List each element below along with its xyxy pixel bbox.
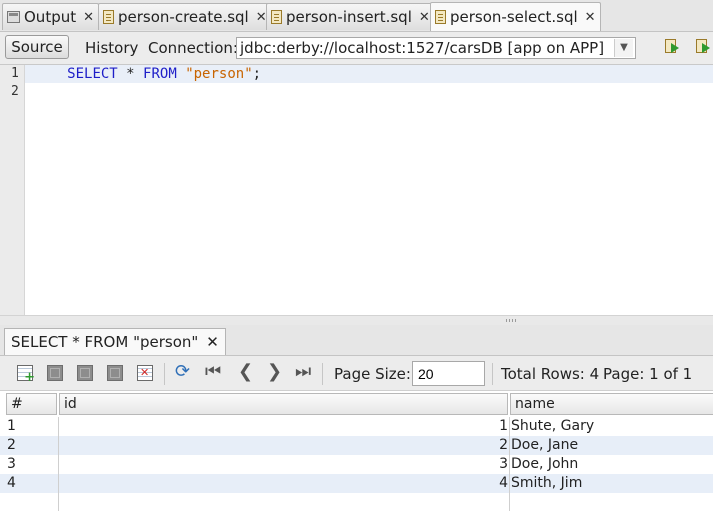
line-number: 1 (11, 66, 19, 81)
connection-label: Connection: (148, 39, 238, 57)
last-page-icon[interactable]: ⏭ (295, 362, 311, 382)
tab-label: person-insert.sql (286, 8, 412, 26)
sql-file-icon (271, 10, 282, 24)
toolbar-separator (322, 363, 323, 385)
result-tab-label: SELECT * FROM "person" (11, 333, 199, 351)
name-cell[interactable]: Smith, Jim (511, 474, 582, 493)
sql-file-icon (103, 10, 114, 24)
insert-record-icon[interactable] (17, 365, 35, 385)
id-cell[interactable]: 1 (58, 417, 508, 436)
column-divider (509, 417, 510, 511)
column-header-id[interactable]: id (59, 393, 508, 415)
previous-page-icon[interactable]: ❮ (238, 362, 253, 382)
tab-result[interactable]: SELECT * FROM "person" ✕ (4, 328, 226, 355)
table-row[interactable]: 2 2 Doe, Jane (0, 436, 713, 455)
output-window-icon (7, 11, 20, 23)
connection-value: jdbc:derby://localhost:1527/carsDB [app … (240, 39, 605, 57)
run-sql-button[interactable] (663, 38, 681, 56)
code-line-1[interactable]: SELECT * FROM "person"; (25, 65, 713, 83)
tab-output[interactable]: Output ✕ (2, 3, 100, 30)
tab-person-insert-sql[interactable]: person-insert.sql ✕ (266, 3, 435, 30)
string-literal: "person" (185, 66, 253, 82)
keyword-select: SELECT (67, 66, 118, 82)
row-number-cell: 3 (7, 456, 16, 472)
close-icon[interactable]: ✕ (256, 10, 267, 25)
table-row[interactable]: 4 4 Smith, Jim (0, 474, 713, 493)
toolbar-separator (492, 363, 493, 385)
close-icon[interactable]: ✕ (206, 333, 219, 351)
id-cell[interactable]: 2 (58, 436, 508, 455)
close-icon[interactable]: ✕ (419, 10, 430, 25)
code-line-2[interactable] (25, 83, 713, 101)
page-size-label: Page Size: (334, 365, 411, 383)
editor-tab-bar: Output ✕ person-create.sql ✕ person-inse… (0, 0, 713, 32)
line-number-gutter: 1 2 (0, 65, 25, 315)
row-number-cell: 4 (7, 475, 16, 491)
tab-person-create-sql[interactable]: person-create.sql ✕ (98, 3, 272, 30)
source-button[interactable]: Source (5, 35, 69, 59)
code-token: * (117, 66, 144, 82)
chevron-down-icon[interactable]: ▼ (614, 39, 633, 57)
column-header-name[interactable]: name (510, 393, 713, 415)
id-cell[interactable]: 4 (58, 474, 508, 493)
page-indicator: Page: 1 of 1 (603, 365, 693, 383)
tab-person-select-sql[interactable]: person-select.sql ✕ (430, 2, 601, 31)
connection-select[interactable]: jdbc:derby://localhost:1527/carsDB [app … (236, 37, 636, 59)
sql-file-icon (435, 10, 446, 24)
editor-toolbar: Source History Connection: jdbc:derby://… (0, 32, 713, 65)
column-header-row-number[interactable]: # (6, 393, 57, 415)
code-token: ; (252, 66, 262, 82)
next-page-icon[interactable]: ❯ (267, 362, 282, 382)
toolbar-separator (164, 363, 165, 385)
keyword-from: FROM (143, 66, 177, 82)
row-number-cell: 2 (7, 437, 16, 453)
name-cell[interactable]: Doe, Jane (511, 436, 578, 455)
first-page-icon[interactable]: ⏮ (205, 362, 221, 382)
splitter-grip-icon[interactable] (506, 319, 518, 322)
truncate-table-icon[interactable] (137, 365, 153, 381)
page-size-input[interactable] (412, 361, 485, 386)
table-row[interactable]: 3 3 Doe, John (0, 455, 713, 474)
commit-records-icon[interactable] (77, 365, 93, 381)
close-icon[interactable]: ✕ (83, 10, 94, 25)
row-number-cell: 1 (7, 418, 16, 434)
result-grid[interactable]: # id name 1 1 Shute, Gary 2 2 Doe, Jane … (0, 391, 713, 511)
close-icon[interactable]: ✕ (585, 10, 596, 25)
result-toolbar: ⟳ ⏮ ❮ ❯ ⏭ Page Size: Total Rows: 4 Page:… (0, 356, 713, 391)
tab-label: Output (24, 8, 77, 26)
name-cell[interactable]: Shute, Gary (511, 417, 594, 436)
refresh-icon[interactable]: ⟳ (175, 362, 190, 382)
line-number: 2 (11, 84, 19, 99)
panel-splitter[interactable] (0, 315, 713, 325)
column-divider (58, 417, 59, 511)
result-tab-bar: SELECT * FROM "person" ✕ (0, 325, 713, 356)
total-rows-text: Total Rows: 4 (501, 365, 600, 383)
history-button[interactable]: History (85, 39, 138, 57)
tab-label: person-select.sql (450, 8, 578, 26)
cancel-edits-icon[interactable] (107, 365, 123, 381)
delete-records-icon[interactable] (47, 365, 63, 381)
name-cell[interactable]: Doe, John (511, 455, 578, 474)
sql-editor[interactable]: SELECT * FROM "person"; (25, 65, 713, 315)
id-cell[interactable]: 3 (58, 455, 508, 474)
table-row[interactable]: 1 1 Shute, Gary (0, 417, 713, 436)
run-statement-button[interactable] (694, 38, 712, 56)
tab-label: person-create.sql (118, 8, 249, 26)
